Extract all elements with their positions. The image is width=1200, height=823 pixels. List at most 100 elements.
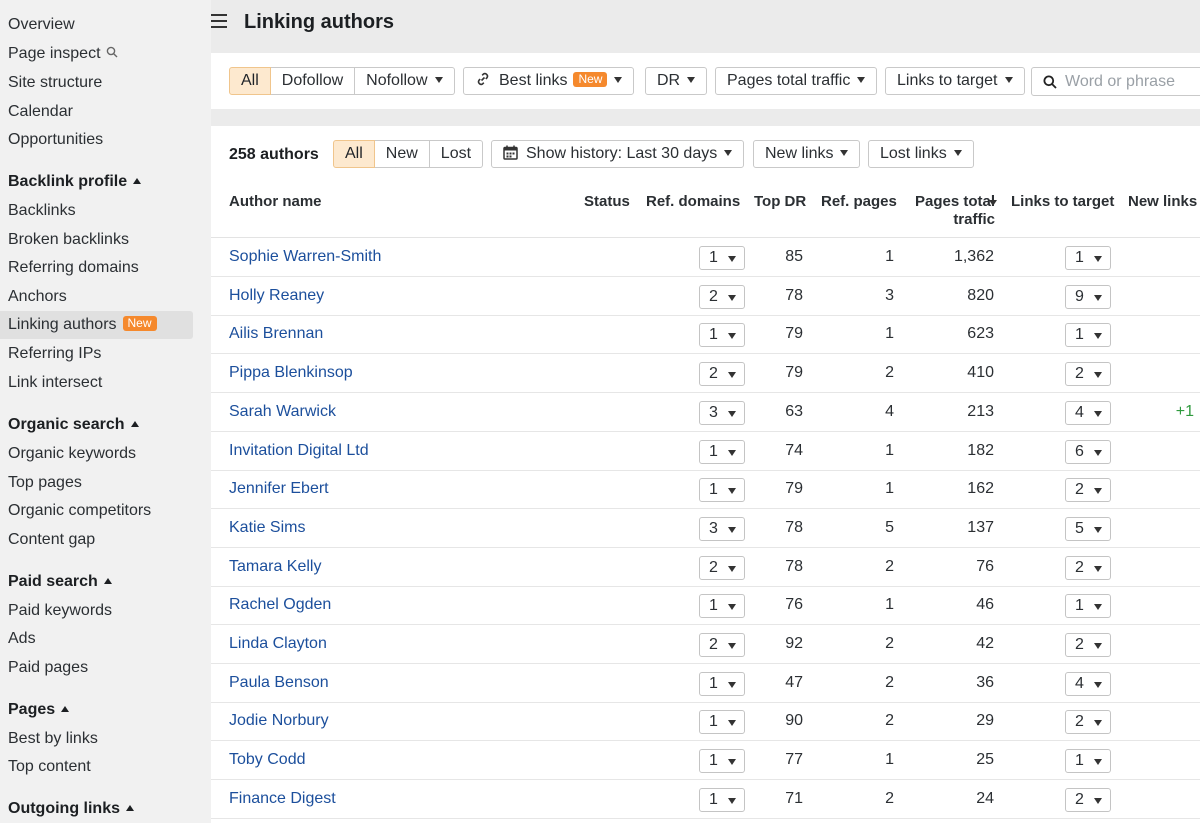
links-to-target-select[interactable]: 5 xyxy=(1065,516,1111,541)
links-to-target-select[interactable]: 4 xyxy=(1065,400,1111,425)
links-to-target-select[interactable]: 2 xyxy=(1065,478,1111,503)
link-type-dofollow[interactable]: Dofollow xyxy=(270,67,356,95)
ref-domains-select[interactable]: 1 xyxy=(699,439,745,464)
sidebar-item-paid-pages[interactable]: Paid pages xyxy=(0,654,193,682)
author-link[interactable]: Jodie Norbury xyxy=(229,702,329,740)
links-to-target-select[interactable]: 2 xyxy=(1065,555,1111,580)
new-links-value xyxy=(1151,315,1194,353)
ref-domains-select[interactable]: 1 xyxy=(699,478,745,503)
sidebar-section-pages[interactable]: Pages xyxy=(0,696,193,724)
links-to-target-select[interactable]: 2 xyxy=(1065,633,1111,657)
sidebar-item-broken-backlinks[interactable]: Broken backlinks xyxy=(0,226,193,254)
sidebar-item-organic-competitors[interactable]: Organic competitors xyxy=(0,497,193,525)
dr-filter[interactable]: DR xyxy=(645,67,708,95)
menu-icon[interactable] xyxy=(211,14,227,28)
author-link[interactable]: Tamara Kelly xyxy=(229,548,321,586)
links-to-target-select[interactable]: 9 xyxy=(1065,284,1111,309)
sidebar-item-referring-ips[interactable]: Referring IPs xyxy=(0,340,193,368)
author-link[interactable]: Holly Reaney xyxy=(229,277,324,315)
sidebar-section-paid-search[interactable]: Paid search xyxy=(0,568,193,596)
author-link[interactable]: Linda Clayton xyxy=(229,625,327,663)
ref-pages-value: 2 xyxy=(885,557,894,575)
links-to-target-select[interactable]: 4 xyxy=(1065,671,1111,696)
ref-domains-select[interactable]: 1 xyxy=(699,671,745,696)
sidebar-item-linking-authors[interactable]: Linking authors New xyxy=(0,311,193,339)
sidebar-item-link-intersect[interactable]: Link intersect xyxy=(0,369,193,397)
new-links-value: +1 xyxy=(1175,402,1194,420)
links-to-target-select[interactable]: 2 xyxy=(1065,710,1111,735)
history-dropdown[interactable]: Show history: Last 30 days xyxy=(491,140,745,168)
column-links-to-target[interactable]: Links to target xyxy=(1011,193,1114,211)
new-links-dropdown[interactable]: New links xyxy=(753,140,861,168)
links-to-target-filter[interactable]: Links to target xyxy=(885,67,1025,95)
author-link[interactable]: Ailis Brennan xyxy=(229,315,323,353)
column-status[interactable]: Status xyxy=(584,193,630,211)
column-ref-pages[interactable]: Ref. pages xyxy=(821,193,897,211)
sidebar-item-top-content[interactable]: Top content xyxy=(0,753,193,781)
author-link[interactable]: Paula Benson xyxy=(229,664,329,702)
status-tab-new[interactable]: New xyxy=(374,140,430,168)
ref-domains-select[interactable]: 1 xyxy=(699,787,745,812)
links-to-target-select[interactable]: 2 xyxy=(1065,787,1111,812)
ref-domains-select[interactable]: 1 xyxy=(699,246,745,270)
ref-domains-select[interactable]: 3 xyxy=(699,516,745,541)
sidebar-item-backlinks[interactable]: Backlinks xyxy=(0,197,193,225)
ref-domains-select[interactable]: 2 xyxy=(699,555,745,580)
author-link[interactable]: Rachel Ogden xyxy=(229,586,331,624)
ref-domains-select[interactable]: 1 xyxy=(699,710,745,735)
status-tab-lost[interactable]: Lost xyxy=(429,140,484,168)
author-link[interactable]: Pippa Blenkinsop xyxy=(229,354,353,392)
links-to-target-select[interactable]: 1 xyxy=(1065,594,1111,619)
sidebar-item-page-inspect[interactable]: Page inspect xyxy=(0,40,193,68)
column-new-links[interactable]: New links xyxy=(1128,193,1197,211)
sidebar-item-calendar[interactable]: Calendar xyxy=(0,98,193,126)
lost-links-dropdown[interactable]: Lost links xyxy=(868,140,974,168)
best-links-filter[interactable]: Best links New xyxy=(463,67,635,95)
sidebar-item-best-by-links[interactable]: Best by links xyxy=(0,725,193,753)
column-author-name[interactable]: Author name xyxy=(229,193,322,211)
links-to-target-select[interactable]: 1 xyxy=(1065,246,1111,270)
pages-total-traffic-filter[interactable]: Pages total traffic xyxy=(715,67,878,95)
column-ref-domains[interactable]: Ref. domains xyxy=(646,193,740,211)
author-link[interactable]: Invitation Digital Ltd xyxy=(229,432,369,470)
ref-domains-select[interactable]: 1 xyxy=(699,594,745,619)
search-input[interactable]: Word or phrase xyxy=(1031,67,1200,96)
column-top-dr[interactable]: Top DR xyxy=(754,193,806,211)
sidebar-item-content-gap[interactable]: Content gap xyxy=(0,526,193,554)
links-to-target-select[interactable]: 1 xyxy=(1065,749,1111,774)
sidebar-section-outgoing-links[interactable]: Outgoing links xyxy=(0,795,193,823)
sidebar-item-organic-keywords[interactable]: Organic keywords xyxy=(0,440,193,468)
sidebar-section-backlink-profile[interactable]: Backlink profile xyxy=(0,168,193,196)
ref-domains-select[interactable]: 2 xyxy=(699,362,745,387)
links-to-target-select[interactable]: 6 xyxy=(1065,439,1111,464)
ref-domains-select[interactable]: 3 xyxy=(699,400,745,425)
author-link[interactable]: Toby Codd xyxy=(229,741,306,779)
ref-domains-select[interactable]: 1 xyxy=(699,749,745,774)
top-dr-value: 85 xyxy=(785,248,803,265)
sidebar-item-top-pages[interactable]: Top pages xyxy=(0,469,193,497)
ref-domains-select[interactable]: 2 xyxy=(699,284,745,309)
sidebar-item-anchors[interactable]: Anchors xyxy=(0,283,193,311)
author-link[interactable]: Sophie Warren-Smith xyxy=(229,238,381,276)
column-pages-total-traffic[interactable]: Pages total traffic xyxy=(911,193,995,229)
link-type-all[interactable]: All xyxy=(229,67,271,95)
links-to-target-select[interactable]: 2 xyxy=(1065,362,1111,387)
ref-domains-select[interactable]: 2 xyxy=(699,633,745,657)
chevron-down-icon xyxy=(1094,643,1102,649)
sidebar-item-paid-keywords[interactable]: Paid keywords xyxy=(0,597,193,625)
author-link[interactable]: Sarah Warwick xyxy=(229,393,336,431)
sidebar-item-ads[interactable]: Ads xyxy=(0,625,193,653)
ref-domains-select[interactable]: 1 xyxy=(699,323,745,348)
sidebar-section-organic-search[interactable]: Organic search xyxy=(0,411,193,439)
author-link[interactable]: Jennifer Ebert xyxy=(229,470,329,508)
link-type-nofollow[interactable]: Nofollow xyxy=(355,67,455,95)
calendar-icon xyxy=(503,145,518,160)
author-link[interactable]: Katie Sims xyxy=(229,509,305,547)
status-tab-all[interactable]: All xyxy=(333,140,375,168)
sidebar-item-referring-domains[interactable]: Referring domains xyxy=(0,254,193,282)
author-link[interactable]: Finance Digest xyxy=(229,780,336,818)
sidebar-item-site-structure[interactable]: Site structure xyxy=(0,69,193,97)
sidebar-item-opportunities[interactable]: Opportunities xyxy=(0,126,193,154)
links-to-target-select[interactable]: 1 xyxy=(1065,323,1111,348)
sidebar-item-overview[interactable]: Overview xyxy=(0,11,193,39)
